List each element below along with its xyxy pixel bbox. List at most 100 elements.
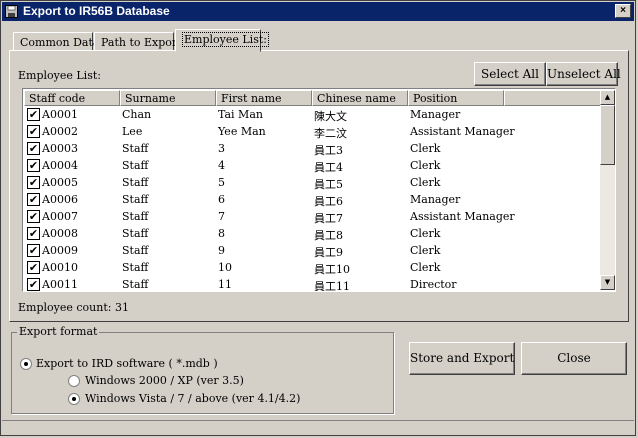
table-header: Staff code Surname First name Chinese na… (24, 90, 601, 106)
tab-label: Path to Export (101, 36, 182, 49)
select-all-button[interactable]: Select All (474, 62, 546, 86)
table-row[interactable]: ✔ A0002 Lee Yee Man 李二汶 Assistant Manager (24, 123, 601, 140)
table-cell: Manager (410, 193, 461, 206)
table-cell: Staff (122, 261, 149, 274)
table-cell: 員工9 (314, 246, 343, 259)
table-cell: Staff (122, 210, 149, 223)
table-row[interactable]: ✔ A0009 Staff 9 員工9 Clerk (24, 242, 601, 259)
column-header[interactable]: Staff code (24, 90, 120, 106)
table-cell: 李二汶 (314, 127, 347, 140)
row-checkbox[interactable]: ✔ (27, 210, 40, 223)
row-checkbox[interactable]: ✔ (27, 125, 40, 138)
row-checkbox[interactable]: ✔ (27, 227, 40, 240)
table-cell: Staff (122, 142, 149, 155)
column-header[interactable]: Position (408, 90, 504, 106)
table-cell: Clerk (410, 176, 441, 189)
table-cell: Staff (122, 159, 149, 172)
table-cell: 員工10 (314, 263, 350, 276)
table-cell: A0009 (42, 244, 78, 257)
employee-list-label: Employee List: (18, 69, 101, 82)
window-title: Export to IR56B Database (23, 4, 170, 18)
title-bar: Export to IR56B Database × (2, 2, 634, 21)
table-cell: 10 (218, 261, 232, 274)
table-cell: A0001 (42, 108, 78, 121)
table-cell: Tai Man (218, 108, 263, 121)
table-cell: A0004 (42, 159, 78, 172)
table-cell: A0011 (42, 278, 78, 291)
table-cell: 4 (218, 159, 225, 172)
row-checkbox[interactable]: ✔ (27, 142, 40, 155)
table-row[interactable]: ✔ A0007 Staff 7 員工7 Assistant Manager (24, 208, 601, 225)
row-checkbox[interactable]: ✔ (27, 108, 40, 121)
table-row[interactable]: ✔ A0006 Staff 6 員工6 Manager (24, 191, 601, 208)
tab-path-to-export[interactable]: Path to Export (94, 32, 182, 51)
table-cell: Assistant Manager (410, 125, 515, 138)
arrow-down-icon[interactable]: ▼ (600, 275, 615, 290)
employee-table[interactable]: Staff code Surname First name Chinese na… (22, 88, 616, 292)
table-row[interactable]: ✔ A0004 Staff 4 員工4 Clerk (24, 157, 601, 174)
radio-windows-xp[interactable] (68, 375, 80, 387)
table-row[interactable]: ✔ A0011 Staff 11 員工11 Director (24, 276, 601, 291)
row-checkbox[interactable]: ✔ (27, 261, 40, 274)
unselect-all-button[interactable]: Unselect All (546, 62, 621, 86)
table-cell: 11 (218, 278, 232, 291)
export-dialog: Export to IR56B Database × Common Data P… (0, 0, 636, 436)
table-row[interactable]: ✔ A0005 Staff 5 員工5 Clerk (24, 174, 601, 191)
table-cell: Staff (122, 193, 149, 206)
table-cell: 員工6 (314, 195, 343, 208)
table-cell: Staff (122, 176, 149, 189)
close-button[interactable]: Close (521, 342, 627, 375)
table-cell: A0003 (42, 142, 78, 155)
table-cell: Yee Man (218, 125, 266, 138)
table-cell: Staff (122, 244, 149, 257)
row-checkbox[interactable]: ✔ (27, 176, 40, 189)
row-checkbox[interactable]: ✔ (27, 278, 40, 291)
tab-label: Common Data (20, 36, 100, 49)
row-checkbox[interactable]: ✔ (27, 193, 40, 206)
floppy-disk-icon (5, 5, 18, 18)
row-checkbox[interactable]: ✔ (27, 159, 40, 172)
table-cell: 6 (218, 193, 225, 206)
table-cell: A0008 (42, 227, 78, 240)
table-cell: Clerk (410, 244, 441, 257)
tab-label: Employee List: (182, 32, 269, 47)
table-cell: Assistant Manager (410, 210, 515, 223)
table-cell: A0010 (42, 261, 78, 274)
table-cell: A0002 (42, 125, 78, 138)
table-cell: Chan (122, 108, 152, 121)
table-cell: 陳大文 (314, 110, 347, 123)
table-cell: Staff (122, 227, 149, 240)
table-cell: A0005 (42, 176, 78, 189)
window-close-button[interactable]: × (615, 4, 631, 18)
column-header[interactable]: Chinese name (312, 90, 408, 106)
table-row[interactable]: ✔ A0008 Staff 8 員工8 Clerk (24, 225, 601, 242)
table-cell: Manager (410, 108, 461, 121)
store-and-export-button[interactable]: Store and Export (409, 342, 515, 375)
table-row[interactable]: ✔ A0010 Staff 10 員工10 Clerk (24, 259, 601, 276)
column-header[interactable]: First name (216, 90, 312, 106)
scrollbar-thumb[interactable] (600, 105, 615, 165)
table-cell: A0007 (42, 210, 78, 223)
table-cell: Clerk (410, 227, 441, 240)
column-header-empty (504, 90, 601, 106)
table-cell: 8 (218, 227, 225, 240)
row-checkbox[interactable]: ✔ (27, 244, 40, 257)
export-format-legend: Export format (17, 325, 100, 338)
arrow-up-icon[interactable]: ▲ (600, 90, 615, 105)
table-cell: 3 (218, 142, 225, 155)
column-header[interactable]: Surname (120, 90, 216, 106)
table-row[interactable]: ✔ A0003 Staff 3 員工3 Clerk (24, 140, 601, 157)
vertical-scrollbar[interactable]: ▲ ▼ (600, 90, 615, 290)
table-cell: 員工5 (314, 178, 343, 191)
table-cell: Clerk (410, 142, 441, 155)
radio-windows-vista[interactable] (68, 393, 80, 405)
radio-export-ird[interactable] (20, 358, 32, 370)
tab-common-data[interactable]: Common Data (13, 32, 99, 51)
table-cell: Lee (122, 125, 143, 138)
table-row[interactable]: ✔ A0001 Chan Tai Man 陳大文 Manager (24, 106, 601, 123)
tab-employee-list[interactable]: Employee List: (175, 29, 269, 52)
table-cell: Director (410, 278, 457, 291)
table-cell: 員工8 (314, 229, 343, 242)
table-cell: 5 (218, 176, 225, 189)
export-ird-label: Export to IRD software ( *.mdb ) (36, 357, 218, 370)
